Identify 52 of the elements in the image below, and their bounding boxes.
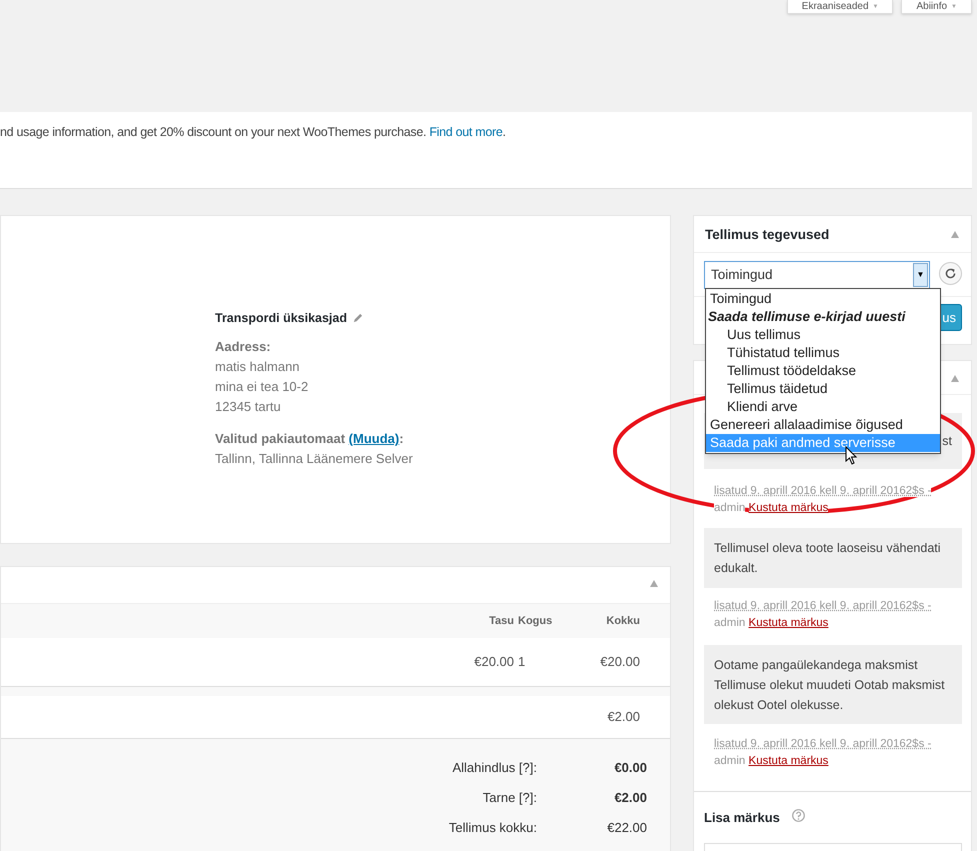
- notice-text: nd usage information, and get 20% discount on your next WooThemes purchase. Find out more.: [0, 124, 507, 141]
- column-header: Kogus: [518, 614, 554, 629]
- help-icon: [792, 809, 805, 822]
- dropdown-option[interactable]: Tellimus täidetud: [706, 380, 940, 398]
- panel-title: Tellimus tegevused: [705, 226, 830, 244]
- address-line: 12345 tartu: [215, 398, 282, 416]
- total-value: €0.00: [613, 759, 647, 778]
- note-text: Ootame pangaülekandega maksmist Tellimuse olekut muudeti Ootab maksmist olekust Ootel olekusse.: [714, 657, 946, 714]
- find-out-more-link[interactable]: Find out more: [429, 125, 503, 139]
- dropdown-option[interactable]: Toimingud: [706, 290, 940, 308]
- address-line: mina ei tea 10-2: [215, 378, 310, 396]
- collapse-icon[interactable]: [650, 580, 658, 587]
- note-text: st: [942, 433, 952, 450]
- total-value: €22.00: [606, 819, 647, 838]
- delete-note-link[interactable]: Kustuta märkus: [748, 502, 828, 514]
- pencil-icon[interactable]: [352, 312, 363, 324]
- terminal-value: Tallinn, Tallinna Läänemere Selver: [215, 450, 413, 468]
- note-timestamp: lisatud 9. aprill 2016 kell 9. aprill 20162$s -: [714, 738, 932, 750]
- column-header: Tasu: [488, 614, 515, 629]
- delete-note-link[interactable]: Kustuta märkus: [748, 617, 828, 629]
- dropdown-option[interactable]: Genereeri allalaadimise õigused: [706, 416, 940, 434]
- delete-note-link[interactable]: Kustuta märkus: [748, 755, 828, 767]
- table-cell-text: €20.00: [599, 653, 640, 672]
- table-cell-text: 1: [518, 653, 526, 672]
- note-text: Tellimusel oleva toote laoseisu vähendati edukalt.: [714, 540, 942, 577]
- field-label: Valitud pakiautomaat (Muuda):: [215, 430, 405, 448]
- note-timestamp: lisatud 9. aprill 2016 kell 9. aprill 20162$s -: [714, 485, 932, 497]
- total-label: Allahindlus [?]:: [452, 759, 537, 778]
- section-title: Lisa märkus: [704, 809, 780, 827]
- collapse-icon[interactable]: [951, 231, 959, 238]
- total-label: Tellimus kokku:: [448, 819, 537, 838]
- note-author: admin: [714, 502, 746, 514]
- address-line: matis halmann: [215, 358, 301, 376]
- refresh-icon[interactable]: [939, 262, 962, 285]
- dropdown-option[interactable]: Uus tellimus: [706, 326, 940, 344]
- dropdown-option[interactable]: Kliendi arve: [706, 398, 940, 416]
- note-author: admin: [714, 617, 746, 629]
- note-author: admin: [714, 755, 746, 767]
- option-group-label: Saada tellimuse e-kirjad uuesti: [707, 308, 906, 326]
- field-label: Aadress:: [215, 338, 272, 356]
- change-link[interactable]: (Muuda): [348, 431, 400, 446]
- actions-select[interactable]: Toimingud ▼: [704, 261, 930, 289]
- column-header: Kokku: [605, 614, 640, 629]
- total-value: €2.00: [613, 789, 647, 808]
- collapse-icon[interactable]: [951, 375, 959, 382]
- note-timestamp: lisatud 9. aprill 2016 kell 9. aprill 20162$s -: [714, 600, 932, 612]
- dropdown-option[interactable]: Tellimust töödeldakse: [706, 362, 940, 380]
- dropdown-option[interactable]: Tühistatud tellimus: [706, 344, 940, 362]
- section-title: Transpordi üksikasjad: [215, 310, 347, 327]
- table-cell-text: €2.00: [606, 708, 640, 726]
- total-label: Tarne [?]:: [482, 789, 537, 808]
- table-cell-text: €20.00: [473, 653, 515, 672]
